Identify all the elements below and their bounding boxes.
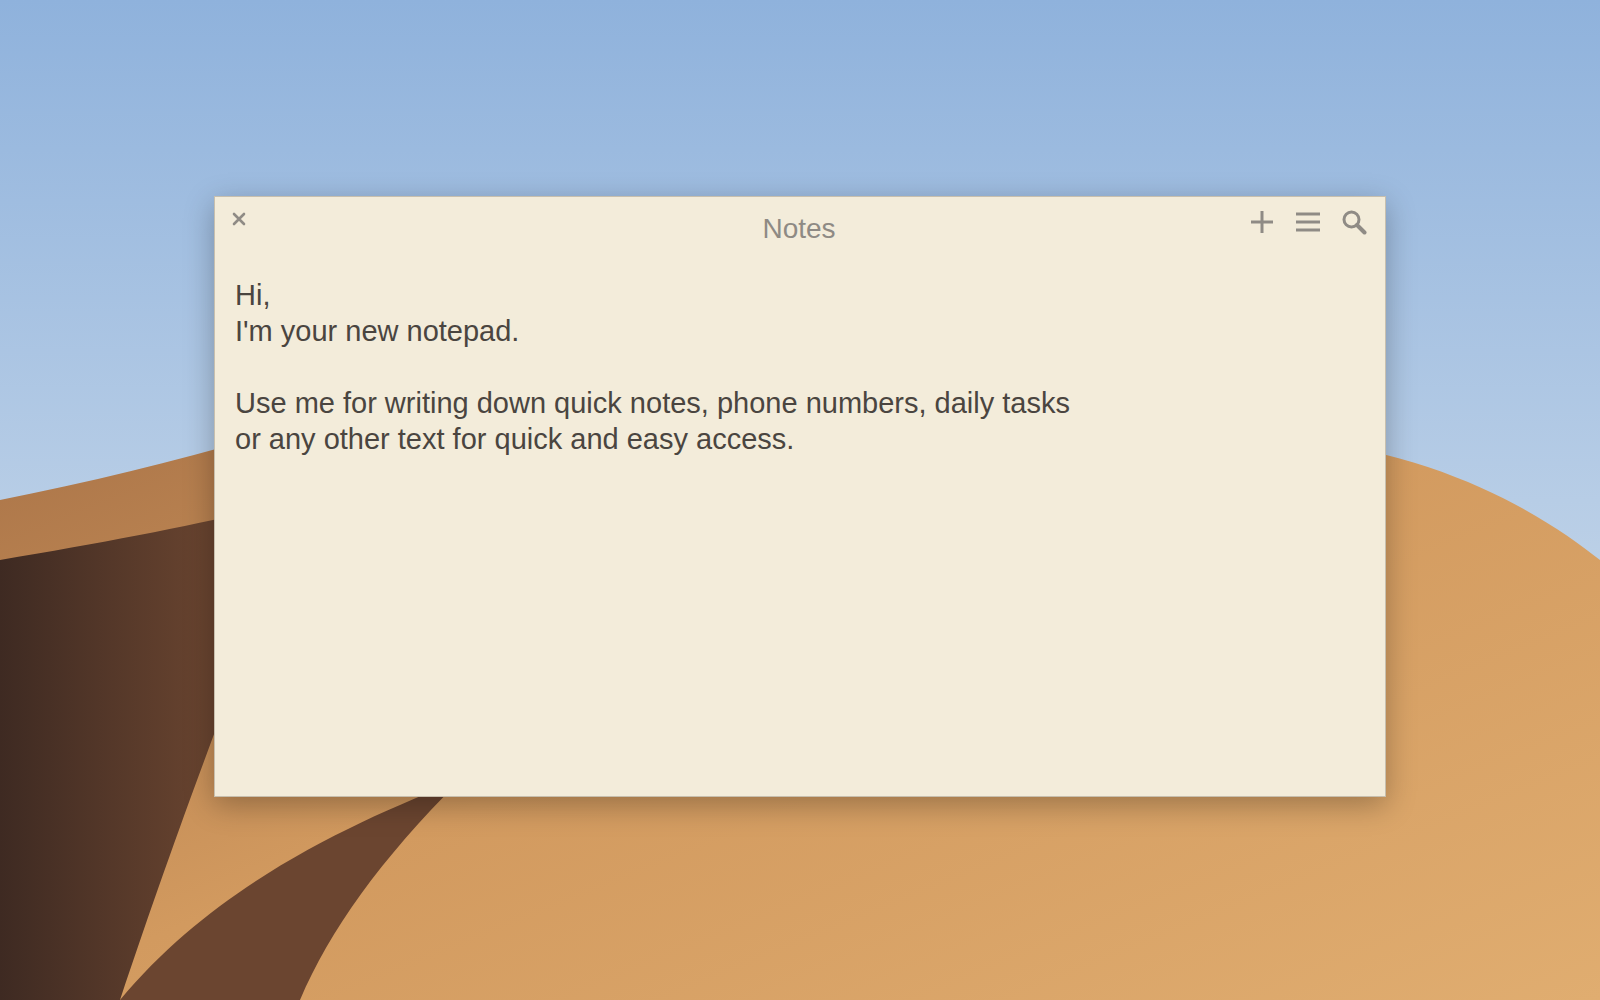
toolbar xyxy=(1249,209,1367,235)
window-title: Notes xyxy=(231,213,1367,245)
menu-button[interactable] xyxy=(1295,211,1321,233)
search-icon xyxy=(1341,209,1367,235)
plus-icon xyxy=(1249,209,1275,235)
close-button[interactable] xyxy=(231,211,247,227)
search-button[interactable] xyxy=(1341,209,1367,235)
new-note-button[interactable] xyxy=(1249,209,1275,235)
close-icon xyxy=(231,211,247,227)
note-line: Use me for writing down quick notes, pho… xyxy=(235,385,1365,421)
title-bar[interactable]: Notes xyxy=(215,197,1385,251)
menu-icon xyxy=(1295,211,1321,233)
notes-window[interactable]: Notes Hi,I'm your new notepad. Use me for … xyxy=(214,196,1386,797)
note-paragraph: Hi,I'm your new notepad. xyxy=(235,277,1365,349)
note-line: I'm your new notepad. xyxy=(235,313,1365,349)
note-editor[interactable]: Hi,I'm your new notepad. Use me for writi… xyxy=(215,251,1385,796)
desktop: Notes Hi,I'm your new notepad. Use me for … xyxy=(0,0,1600,1000)
note-line: Hi, xyxy=(235,277,1365,313)
note-paragraph: Use me for writing down quick notes, pho… xyxy=(235,385,1365,457)
note-line: or any other text for quick and easy acc… xyxy=(235,421,1365,457)
